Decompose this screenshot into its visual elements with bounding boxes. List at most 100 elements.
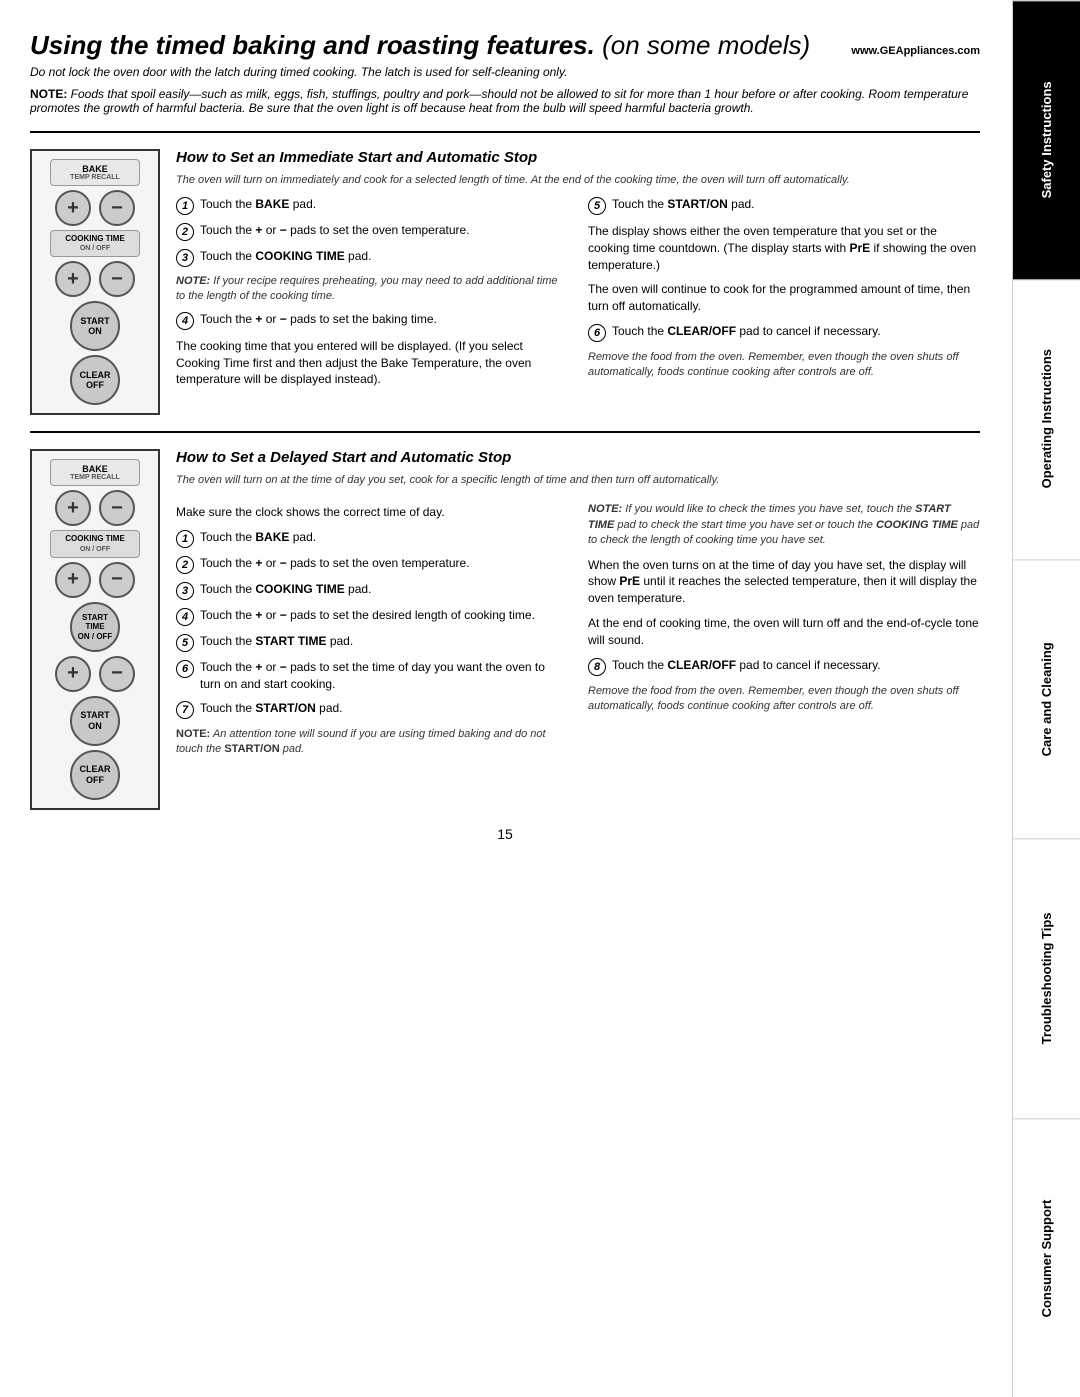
plus-button-d3[interactable]: + [55, 656, 91, 692]
display-note: The display shows either the oven temper… [588, 223, 980, 273]
plus-button-1[interactable]: + [55, 190, 91, 226]
delayed-step-7: 7 Touch the START/ON pad. [176, 700, 568, 719]
step-number-2: 2 [176, 223, 194, 241]
plus-minus-row-d3: + − [55, 656, 135, 692]
d-step-number-6: 6 [176, 660, 194, 678]
delayed-intro: The oven will turn on at the time of day… [176, 474, 980, 486]
bake-label-delayed: BAKE [59, 464, 131, 474]
immediate-step-6: 6 Touch the CLEAR/OFF pad to cancel if n… [588, 323, 980, 342]
website-url: www.GEAppliances.com [851, 45, 980, 57]
cooking-time-note: The cooking time that you entered will b… [176, 338, 568, 388]
minus-button-d3[interactable]: − [99, 656, 135, 692]
page-header: Using the timed baking and roasting feat… [30, 30, 980, 115]
plus-button-d2[interactable]: + [55, 562, 91, 598]
delayed-display-note: When the oven turns on at the time of da… [588, 557, 980, 607]
immediate-step-5: 5 Touch the START/ON pad. [588, 196, 980, 215]
minus-button-d1[interactable]: − [99, 490, 135, 526]
plus-button-d1[interactable]: + [55, 490, 91, 526]
d-step-text-3: Touch the COOKING TIME pad. [200, 581, 371, 598]
delayed-col-left: Make sure the clock shows the correct ti… [176, 496, 568, 757]
d-step-text-4: Touch the + or − pads to set the desired… [200, 607, 535, 624]
step-text-3: Touch the COOKING TIME pad. [200, 248, 371, 265]
bake-sublabel-delayed: TEMP RECALL [59, 474, 131, 481]
d-step-text-6: Touch the + or − pads to set the time of… [200, 659, 568, 693]
plus-minus-row-d1: + − [55, 490, 135, 526]
immediate-col-right: 5 Touch the START/ON pad. The display sh… [588, 196, 980, 396]
main-title: Using the timed baking and roasting feat… [30, 30, 810, 61]
start-on-button-delayed[interactable]: START ON [70, 696, 120, 746]
remove-food-note-2: Remove the food from the oven. Remember,… [588, 684, 980, 715]
step-number-5: 5 [588, 197, 606, 215]
cooking-time-label: COOKING TIME [57, 234, 133, 244]
sidebar-safety: Safety Instructions [1013, 0, 1080, 279]
step-text-5: Touch the START/ON pad. [612, 196, 755, 213]
sidebar-consumer: Consumer Support [1013, 1118, 1080, 1397]
immediate-two-col: 1 Touch the BAKE pad. 2 Touch the + or −… [176, 196, 980, 396]
d-step-text-2: Touch the + or − pads to set the oven te… [200, 555, 470, 572]
bake-sublabel: TEMP RECALL [59, 174, 131, 181]
immediate-step-note: NOTE: If your recipe requires preheating… [176, 274, 568, 305]
start-sublabel: ON [88, 326, 102, 337]
immediate-col-left: 1 Touch the BAKE pad. 2 Touch the + or −… [176, 196, 568, 396]
delayed-step-1: 1 Touch the BAKE pad. [176, 529, 568, 548]
remove-food-note-1: Remove the food from the oven. Remember,… [588, 350, 980, 381]
immediate-section: BAKE TEMP RECALL + − COOKING TIME ON / O… [30, 149, 980, 415]
d-step-text-8: Touch the CLEAR/OFF pad to cancel if nec… [612, 657, 881, 674]
minus-button-2[interactable]: − [99, 261, 135, 297]
delayed-col-right: NOTE: If you would like to check the tim… [588, 496, 980, 757]
plus-minus-row-d2: + − [55, 562, 135, 598]
step-number-6: 6 [588, 324, 606, 342]
control-panel-immediate: BAKE TEMP RECALL + − COOKING TIME ON / O… [30, 149, 160, 415]
clear-off-button[interactable]: CLEAR OFF [70, 355, 120, 405]
immediate-instructions: How to Set an Immediate Start and Automa… [176, 149, 980, 415]
delayed-step-5: 5 Touch the START TIME pad. [176, 633, 568, 652]
d-step-number-3: 3 [176, 582, 194, 600]
d-step-number-8: 8 [588, 658, 606, 676]
d-step-text-7: Touch the START/ON pad. [200, 700, 343, 717]
note-label: NOTE: [30, 87, 67, 101]
start-sublabel-delayed: ON [88, 721, 102, 732]
cooking-time-button[interactable]: COOKING TIME ON / OFF [50, 230, 140, 257]
delayed-end-note: At the end of cooking time, the oven wil… [588, 615, 980, 649]
immediate-section-title: How to Set an Immediate Start and Automa… [176, 149, 980, 166]
header-note: NOTE: Foods that spoil easily—such as mi… [30, 87, 980, 115]
bake-label: BAKE [59, 164, 131, 174]
d-step-number-1: 1 [176, 530, 194, 548]
step-number-4: 4 [176, 312, 194, 330]
immediate-intro: The oven will turn on immediately and co… [176, 174, 980, 186]
clear-sublabel-delayed: OFF [86, 775, 104, 786]
section-divider-top [30, 131, 980, 133]
cooking-time-sublabel: ON / OFF [57, 244, 133, 253]
plus-minus-row-1: + − [55, 190, 135, 226]
d-step-text-5: Touch the START TIME pad. [200, 633, 353, 650]
bake-button[interactable]: BAKE TEMP RECALL [50, 159, 140, 186]
delayed-step-4: 4 Touch the + or − pads to set the desir… [176, 607, 568, 626]
start-time-sublabel: ON / OFF [78, 632, 113, 642]
cooking-time-button-delayed[interactable]: COOKING TIME ON / OFF [50, 530, 140, 557]
delayed-col-right-note: NOTE: If you would like to check the tim… [588, 502, 980, 548]
bake-button-delayed[interactable]: BAKE TEMP RECALL [50, 459, 140, 486]
delayed-step-6: 6 Touch the + or − pads to set the time … [176, 659, 568, 693]
immediate-step-3: 3 Touch the COOKING TIME pad. [176, 248, 568, 267]
d-step-number-2: 2 [176, 556, 194, 574]
start-label: START [80, 316, 109, 327]
start-time-label: START TIME [72, 613, 118, 632]
plus-minus-row-2: + − [55, 261, 135, 297]
page-number: 15 [30, 826, 980, 842]
start-on-button[interactable]: START ON [70, 301, 120, 351]
minus-button-d2[interactable]: − [99, 562, 135, 598]
right-sidebar: Safety Instructions Operating Instructio… [1012, 0, 1080, 1397]
clear-off-button-delayed[interactable]: CLEAR OFF [70, 750, 120, 800]
subtitle-note: Do not lock the oven door with the latch… [30, 65, 980, 79]
section-divider-delayed [30, 431, 980, 433]
clear-label: CLEAR [80, 370, 111, 381]
step-text-2: Touch the + or − pads to set the oven te… [200, 222, 470, 239]
step-text-1: Touch the BAKE pad. [200, 196, 316, 213]
make-sure-note: Make sure the clock shows the correct ti… [176, 504, 568, 521]
step-text-6: Touch the CLEAR/OFF pad to cancel if nec… [612, 323, 881, 340]
minus-button-1[interactable]: − [99, 190, 135, 226]
step-number-1: 1 [176, 197, 194, 215]
delayed-section: BAKE TEMP RECALL + − COOKING TIME ON / O… [30, 449, 980, 809]
start-time-button[interactable]: START TIME ON / OFF [70, 602, 120, 652]
plus-button-2[interactable]: + [55, 261, 91, 297]
